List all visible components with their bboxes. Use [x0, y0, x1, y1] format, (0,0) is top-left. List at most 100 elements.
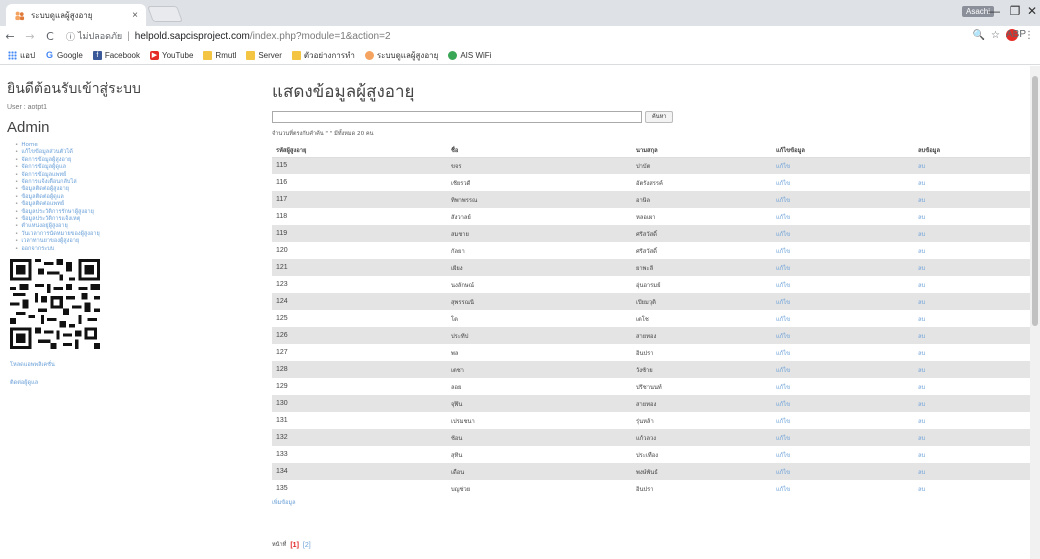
cell-delete-link: ลบ [914, 208, 1030, 225]
delete-link[interactable]: ลบ [918, 215, 925, 221]
edit-link[interactable]: แก้ไข [776, 181, 790, 187]
delete-link[interactable]: ลบ [918, 334, 925, 340]
cell-edit-link: แก้ไข [772, 310, 914, 327]
bookmark-examples[interactable]: ตัวอย่างการทำ [291, 49, 355, 62]
menu-item-contact-elderly[interactable]: ข้อมูลติดต่อผู้สูงอายุ [15, 186, 167, 193]
menu-item-manage-doctors[interactable]: จัดการข้อมูลแพทย์ [15, 172, 167, 179]
delete-link[interactable]: ลบ [918, 487, 925, 493]
page-scrollbar[interactable] [1030, 66, 1040, 559]
delete-link[interactable]: ลบ [918, 385, 925, 391]
delete-link[interactable]: ลบ [918, 249, 925, 255]
table-row: 129 ลอย ปรีชานนท์ แก้ไข ลบ [272, 378, 1030, 395]
download-app-link[interactable]: โหลดแอพพลิเคชั่น [10, 361, 167, 369]
delete-link[interactable]: ลบ [918, 181, 925, 187]
scrollbar-thumb[interactable] [1032, 76, 1038, 326]
qr-code-icon [10, 259, 100, 350]
menu-item-treatment-history[interactable]: ข้อมูลประวัติการรักษาผู้สูงอายุ [15, 209, 167, 216]
edit-link[interactable]: แก้ไข [776, 402, 790, 408]
cell-surname: ปาบัต [632, 157, 772, 174]
bookmark-apps[interactable]: แอป [8, 49, 35, 62]
delete-link[interactable]: ลบ [918, 232, 925, 238]
address-bar[interactable]: ⓘ ไม่ปลอดภัย | helpold.sapcisproject.com… [66, 27, 1016, 45]
edit-link[interactable]: แก้ไข [776, 368, 790, 374]
delete-link[interactable]: ลบ [918, 402, 925, 408]
bookmark-server[interactable]: Server [246, 50, 282, 60]
bookmarks-bar: แอป G Google f Facebook ▶ YouTube Rmutl Ser… [0, 46, 1040, 65]
cell-id: 120 [276, 247, 288, 254]
edit-link[interactable]: แก้ไข [776, 487, 790, 493]
edit-link[interactable]: แก้ไข [776, 215, 790, 221]
bookmark-rmutl[interactable]: Rmutl [203, 50, 236, 60]
cell-surname: หลอเผา [636, 214, 656, 221]
delete-link[interactable]: ลบ [918, 453, 925, 459]
forward-arrow-icon[interactable]: → [20, 30, 40, 43]
edit-link[interactable]: แก้ไข [776, 385, 790, 391]
pager-current-page[interactable]: [1] [290, 542, 299, 549]
pager-next-page[interactable]: [2] [303, 542, 311, 549]
table-row: 128 เตชา วังซ้าย แก้ไข ลบ [272, 361, 1030, 378]
main-content: แสดงข้อมูลผู้สูงอายุ ค้นหา จำนวนที่ตรงกั… [272, 78, 1030, 549]
add-data-link[interactable]: เพิ่มข้อมูล [272, 499, 1030, 507]
reload-icon[interactable]: C [40, 30, 60, 43]
delete-link[interactable]: ลบ [918, 470, 925, 476]
edit-link[interactable]: แก้ไข [776, 198, 790, 204]
edit-link[interactable]: แก้ไข [776, 232, 790, 238]
edit-link[interactable]: แก้ไข [776, 249, 790, 255]
delete-link[interactable]: ลบ [918, 436, 925, 442]
browser-menu-icon[interactable]: ⋮ [1024, 30, 1034, 41]
edit-link[interactable]: แก้ไข [776, 300, 790, 306]
info-icon[interactable]: ⓘ [66, 30, 75, 43]
cell-id: 115 [272, 157, 447, 174]
delete-link[interactable]: ลบ [918, 419, 925, 425]
cell-edit-link: แก้ไข [772, 293, 914, 310]
menu-item-elderly-location[interactable]: ตำแหน่งอยู่ผู้สูงอายุ [15, 223, 167, 230]
search-input[interactable] [272, 111, 642, 123]
delete-link[interactable]: ลบ [918, 317, 925, 323]
close-window-icon[interactable]: ✕ [1020, 4, 1040, 18]
bookmark-youtube[interactable]: ▶ YouTube [149, 50, 193, 60]
cell-surname: วังซ้าย [632, 361, 772, 378]
edit-link[interactable]: แก้ไข [776, 419, 790, 425]
edit-link[interactable]: แก้ไข [776, 436, 790, 442]
contact-caregiver-link[interactable]: ติดต่อผู้ดูแล [10, 379, 167, 387]
menu-item-medication-times[interactable]: เวลาทานยาของผู้สูงอายุ [15, 238, 167, 245]
delete-link[interactable]: ลบ [918, 351, 925, 357]
youtube-icon: ▶ [149, 50, 159, 60]
delete-link[interactable]: ลบ [918, 368, 925, 374]
bookmark-star-icon[interactable]: ☆ [991, 30, 1000, 41]
edit-link[interactable]: แก้ไข [776, 317, 790, 323]
zoom-icon[interactable]: 🔍 [973, 30, 985, 41]
bookmark-google[interactable]: G Google [45, 50, 83, 60]
bookmark-elderly-care[interactable]: ระบบดูแลผู้สูงอายุ [364, 49, 438, 62]
search-button[interactable]: ค้นหา [645, 111, 674, 123]
edit-link[interactable]: แก้ไข [776, 334, 790, 340]
cell-surname: ปรีชานนท์ [636, 384, 662, 391]
menu-item-logout[interactable]: ออกจากระบบ [15, 246, 167, 253]
close-tab-icon[interactable]: × [132, 10, 138, 21]
people-icon [15, 11, 25, 20]
delete-link[interactable]: ลบ [918, 300, 925, 306]
delete-link[interactable]: ลบ [918, 266, 925, 272]
bookmark-facebook[interactable]: f Facebook [92, 50, 140, 60]
delete-link[interactable]: ลบ [918, 283, 925, 289]
cell-name: โต [451, 316, 458, 323]
edit-link[interactable]: แก้ไข [776, 266, 790, 272]
cell-delete-link: ลบ [914, 412, 1030, 429]
bookmark-ais-wifi[interactable]: AIS WiFi [448, 50, 491, 60]
adblock-icon[interactable]: ABP [1006, 29, 1026, 41]
delete-link[interactable]: ลบ [918, 198, 925, 204]
bookmark-label: แอป [20, 50, 36, 60]
edit-link[interactable]: แก้ไข [776, 164, 790, 170]
delete-link[interactable]: ลบ [918, 164, 925, 170]
menu-item-edit-profile[interactable]: แก้ไขข้อมูลส่วนตัวได้ [15, 149, 167, 156]
menu-item-contact-doctors[interactable]: ข้อมูลติดต่อแพทย์ [15, 201, 167, 208]
edit-link[interactable]: แก้ไข [776, 453, 790, 459]
edit-link[interactable]: แก้ไข [776, 470, 790, 476]
edit-link[interactable]: แก้ไข [776, 351, 790, 357]
menu-item-manage-caregivers[interactable]: จัดการข้อมูลผู้ดูแล [15, 164, 167, 171]
new-tab-button[interactable] [147, 6, 183, 22]
back-arrow-icon[interactable]: ← [0, 30, 20, 43]
browser-tab-active[interactable]: ระบบดูแลผู้สูงอายุ × [6, 4, 146, 26]
cell-id: 124 [272, 293, 447, 310]
edit-link[interactable]: แก้ไข [776, 283, 790, 289]
